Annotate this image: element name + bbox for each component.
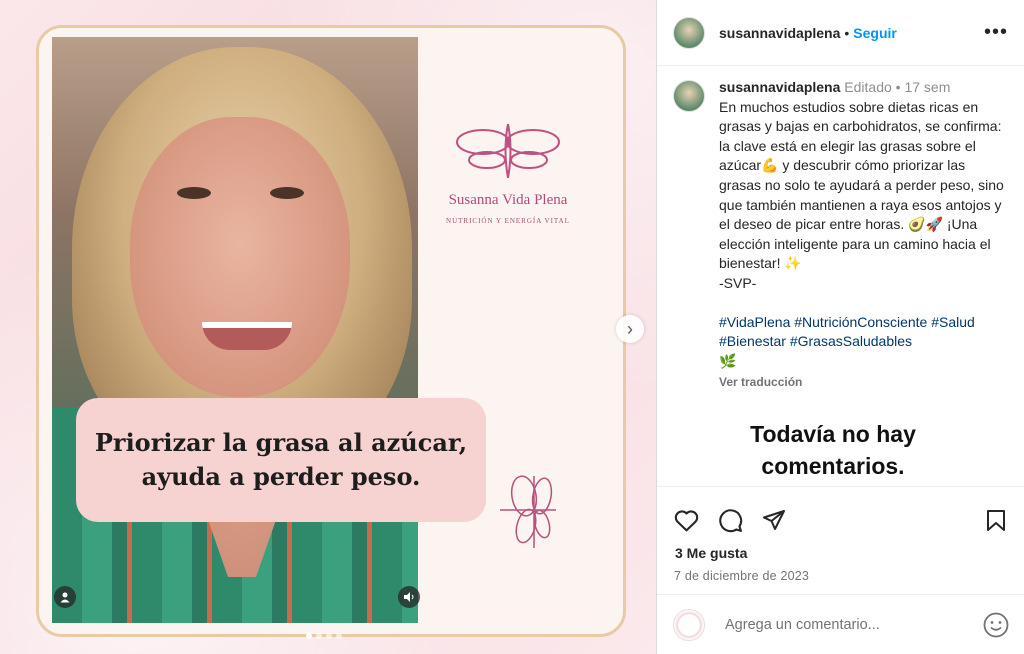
post-side-panel: susannavidaplena • Seguir ••• susannavid… (656, 0, 1024, 654)
header-username[interactable]: susannavidaplena (719, 25, 840, 41)
carousel-dot (336, 633, 342, 639)
comment-composer: Agrega un comentario... (657, 594, 1024, 654)
brand-name: Susanna Vida Plena (448, 192, 568, 208)
sound-icon[interactable] (398, 586, 420, 608)
brand-block: Susanna Vida Plena NUTRICIÓN Y ENERGÍA V… (420, 120, 596, 225)
carousel-indicators (306, 633, 342, 639)
emoji-icon[interactable] (983, 612, 1009, 638)
bookmark-icon[interactable] (983, 507, 1009, 533)
caption: susannavidaplena Editado • 17 sem En muc… (673, 78, 1013, 393)
see-translation-button[interactable]: Ver traducción (719, 373, 1011, 393)
edited-label: Editado (844, 79, 892, 95)
carousel-next-button[interactable]: › (616, 315, 644, 343)
follow-button[interactable]: Seguir (853, 25, 897, 41)
chevron-right-icon: › (627, 318, 633, 339)
brand-tagline: NUTRICIÓN Y ENERGÍA VITAL (446, 217, 570, 225)
caption-separator: • (895, 79, 901, 95)
overlay-line-1: Priorizar la grasa al azúcar, (94, 428, 468, 457)
empty-comments-message: Todavía no hay comentarios. (657, 418, 1009, 482)
empty-comments-line-1: Todavía no hay (750, 421, 916, 447)
carousel-dot (316, 633, 322, 639)
post-date: 7 de diciembre de 2023 (674, 569, 810, 583)
comment-input[interactable]: Agrega un comentario... (725, 617, 880, 633)
heart-icon[interactable] (673, 507, 699, 533)
carousel-dot (326, 633, 332, 639)
carousel-dot (306, 633, 312, 639)
avatar[interactable] (673, 16, 705, 49)
empty-comments-line-2: comentarios. (761, 453, 905, 479)
overlay-text-bubble: Priorizar la grasa al azúcar, ayuda a pe… (76, 398, 486, 522)
overlay-line-2: ayuda a perder peso. (141, 462, 421, 491)
more-icon[interactable]: ••• (984, 21, 1008, 44)
caption-hashtags[interactable]: #VidaPlena #NutriciónConsciente #Salud #… (719, 313, 1011, 372)
user-tag-icon[interactable] (54, 586, 76, 608)
post-header: susannavidaplena • Seguir ••• (657, 0, 1024, 66)
dragonfly-icon (500, 475, 556, 548)
caption-avatar[interactable] (673, 80, 705, 112)
comment-icon[interactable] (717, 507, 743, 533)
current-user-avatar (673, 608, 705, 641)
share-icon[interactable] (761, 507, 787, 533)
post-media[interactable]: Susanna Vida Plena NUTRICIÓN Y ENERGÍA V… (0, 0, 656, 654)
likes-count[interactable]: 3 Me gusta (657, 545, 1024, 561)
caption-username[interactable]: susannavidaplena (719, 79, 840, 95)
caption-text: En muchos estudios sobre dietas ricas en… (719, 98, 1004, 291)
portrait-photo (52, 37, 418, 623)
header-separator: • (844, 24, 850, 41)
butterfly-logo-icon (456, 123, 560, 179)
post-age[interactable]: 17 sem (904, 79, 950, 95)
